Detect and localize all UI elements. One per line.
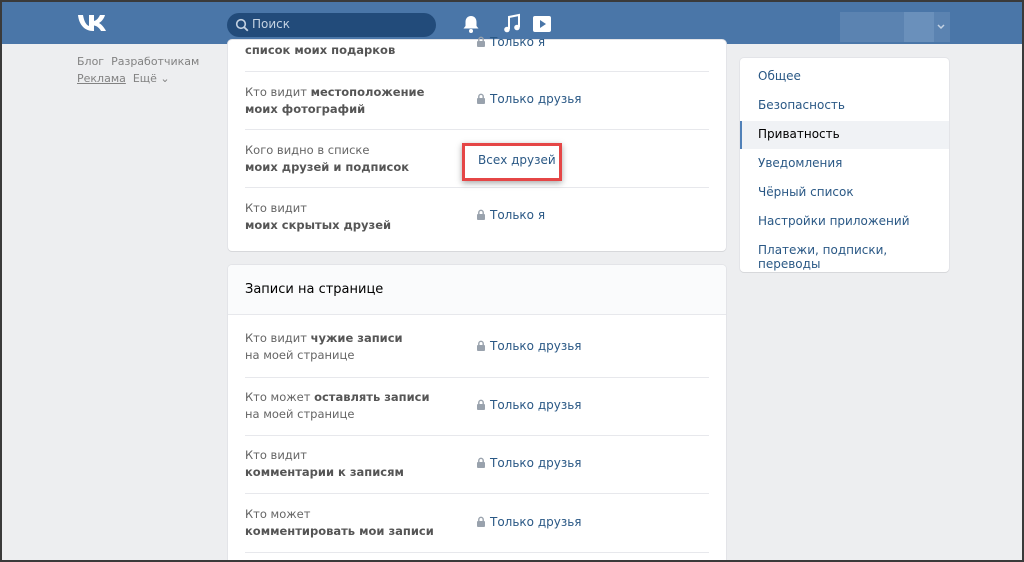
- privacy-panel: список моих подарков Только я Кто видит …: [228, 35, 726, 251]
- setting-value[interactable]: Только я: [476, 207, 545, 224]
- lock-icon: [477, 340, 485, 351]
- menu-item-app-settings[interactable]: Настройки приложений: [740, 208, 949, 236]
- setting-row-hidden-friends[interactable]: Кто видит моих скрытых друзей Только я: [245, 188, 709, 250]
- setting-row-leave-posts[interactable]: Кто может оставлять записи на моей стран…: [245, 378, 709, 436]
- footer-links: Блог Разработчикам Реклама Ещё ⌄: [77, 53, 206, 87]
- setting-value[interactable]: Только друзья: [476, 91, 582, 108]
- setting-question: Кто может оставлять записи на моей стран…: [245, 390, 430, 421]
- lock-icon: [477, 457, 485, 468]
- setting-row-comment-posts[interactable]: Кто может комментировать мои записи Толь…: [245, 494, 709, 553]
- music-icon[interactable]: [501, 13, 523, 35]
- ads-link[interactable]: Реклама: [77, 72, 126, 85]
- search-input[interactable]: Поиск: [227, 13, 436, 37]
- wall-posts-panel: Записи на странице Кто видит чужие запис…: [228, 265, 726, 560]
- setting-question: Кто видит моих скрытых друзей: [245, 201, 392, 232]
- setting-row-others-posts[interactable]: Кто видит чужие записи на моей странице …: [245, 315, 709, 378]
- setting-value[interactable]: Только друзья: [476, 455, 582, 472]
- setting-value[interactable]: Только друзья: [476, 397, 582, 414]
- vk-logo-icon[interactable]: [76, 12, 108, 34]
- setting-value[interactable]: Только друзья: [476, 514, 582, 531]
- setting-question: Кого видно в списке моих друзей и подпис…: [245, 143, 410, 174]
- lock-icon: [477, 209, 485, 220]
- lock-icon: [477, 93, 485, 104]
- lock-icon: [477, 36, 485, 47]
- setting-question: Кто может комментировать мои записи: [245, 507, 434, 538]
- section-header: Записи на странице: [228, 265, 726, 315]
- menu-item-security[interactable]: Безопасность: [740, 92, 949, 120]
- setting-value[interactable]: Только друзья: [476, 338, 582, 355]
- more-link[interactable]: Ещё ⌄: [133, 72, 170, 85]
- menu-item-payments[interactable]: Платежи, подписки, переводы: [740, 237, 949, 271]
- menu-item-notifications[interactable]: Уведомления: [740, 150, 949, 178]
- setting-question: Кто видит чужие записи на моей странице: [245, 331, 403, 362]
- setting-row-photo-location[interactable]: Кто видит местоположение моих фотографий…: [245, 72, 709, 130]
- bell-icon[interactable]: [460, 13, 482, 35]
- menu-item-blacklist[interactable]: Чёрный список: [740, 179, 949, 207]
- developers-link[interactable]: Разработчикам: [111, 55, 199, 68]
- highlighted-dropdown-all-friends[interactable]: Всех друзей: [462, 143, 562, 181]
- setting-question: список моих подарков: [245, 43, 396, 57]
- setting-question: Кто видит местоположение моих фотографий: [245, 85, 425, 116]
- setting-row-gifts[interactable]: список моих подарков Только я: [245, 35, 709, 72]
- video-icon[interactable]: [531, 13, 553, 35]
- section-title: Записи на странице: [245, 282, 384, 297]
- lock-icon: [477, 516, 485, 527]
- setting-row-see-comments[interactable]: Кто видит комментарии к записям Только д…: [245, 436, 709, 494]
- user-menu[interactable]: [840, 12, 950, 42]
- chevron-down-icon[interactable]: [936, 21, 946, 31]
- dropdown-value: Всех друзей: [478, 153, 556, 167]
- menu-item-general[interactable]: Общее: [740, 63, 949, 91]
- blog-link[interactable]: Блог: [77, 55, 104, 68]
- setting-question: Кто видит комментарии к записям: [245, 448, 404, 479]
- lock-icon: [477, 399, 485, 410]
- search-placeholder: Поиск: [252, 17, 291, 31]
- search-icon: [235, 18, 249, 32]
- setting-value[interactable]: Только я: [476, 34, 545, 51]
- screen-frame: Поиск Блог Разработчикам Реклама Ещё ⌄ с…: [0, 0, 1024, 562]
- settings-menu: Общее Безопасность Приватность Уведомлен…: [740, 58, 949, 272]
- avatar[interactable]: [904, 12, 934, 42]
- menu-item-privacy[interactable]: Приватность: [740, 121, 949, 149]
